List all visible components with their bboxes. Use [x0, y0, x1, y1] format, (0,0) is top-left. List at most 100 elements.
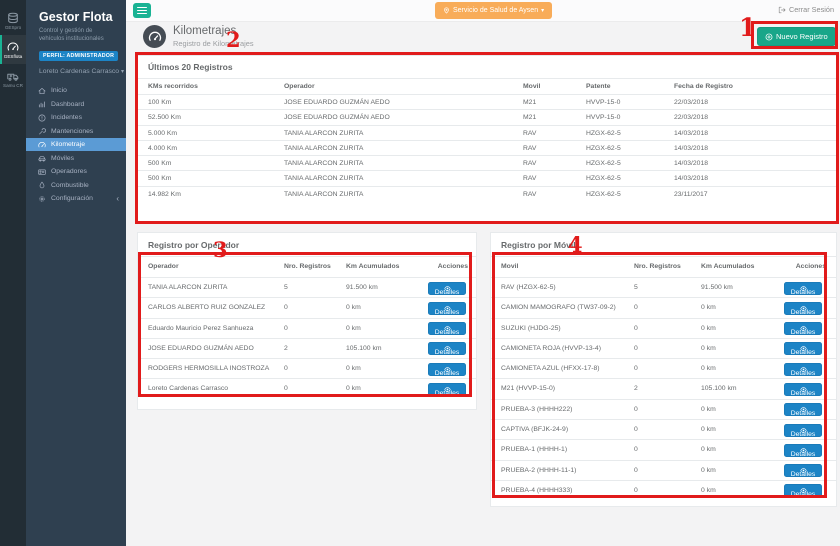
- sidebar-item-incidentes[interactable]: Incidentes: [26, 111, 126, 125]
- sidebar-nav: Inicio Dashboard Incidentes Mantenciones…: [26, 84, 126, 206]
- app-rail: GESpro GESflota Samu CR: [0, 0, 26, 546]
- sidebar-item-label: Dashboard: [51, 101, 84, 108]
- logout-label: Cerrar Sesión: [789, 5, 834, 14]
- organization-button[interactable]: Servicio de Salud de Aysen ▾: [435, 2, 552, 19]
- cell-movil: M21: [523, 110, 536, 125]
- cell-km: 0 km: [701, 481, 716, 501]
- cell-kms: 14.982 Km: [148, 187, 181, 202]
- cell-operador: TANIA ALARCON ZURITA: [284, 156, 363, 171]
- sidebar-item-label: Móviles: [51, 155, 74, 162]
- cell-registros: 0: [634, 440, 638, 460]
- detalles-button[interactable]: Detalles: [784, 363, 822, 376]
- column-header: Fecha de Registro: [674, 79, 733, 94]
- cell-operador: TANIA ALARCON ZURITA: [284, 141, 363, 156]
- table-row: RAV (HZGX-62-5) 5 91.500 km Detalles: [491, 277, 836, 297]
- detalles-button[interactable]: Detalles: [428, 282, 466, 295]
- sign-out-icon: [778, 6, 786, 14]
- sidebar-item-label: Mantenciones: [51, 128, 93, 135]
- table-row: CAPTIVA (BFJK-24-9) 0 0 km Detalles: [491, 419, 836, 439]
- detalles-button[interactable]: Detalles: [428, 383, 466, 396]
- cell-km: 105.100 km: [701, 379, 737, 399]
- detalles-button[interactable]: Detalles: [428, 363, 466, 376]
- cell-movil: RAV: [523, 171, 536, 186]
- detalles-button[interactable]: Detalles: [784, 484, 822, 497]
- column-header: Patente: [586, 79, 611, 94]
- logout-button[interactable]: Cerrar Sesión: [778, 5, 834, 14]
- app-window: GESpro GESflota Samu CR Gestor Flota Con…: [0, 0, 840, 546]
- bar-chart-icon: [38, 100, 46, 108]
- cell-km: 0 km: [346, 379, 361, 399]
- sidebar-item-combustible[interactable]: Combustible: [26, 178, 126, 192]
- sidebar-item-configuracion[interactable]: Configuración ‹: [26, 192, 126, 206]
- cell-movil: SUZUKI (HJDG-25): [501, 319, 561, 339]
- caret-down-icon: ▾: [121, 69, 124, 75]
- cell-movil: CAPTIVA (BFJK-24-9): [501, 420, 568, 440]
- rail-app-gesflota[interactable]: GESflota: [0, 35, 26, 64]
- detalles-button[interactable]: Detalles: [784, 464, 822, 477]
- table-row: 4.000 Km TANIA ALARCON ZURITA RAV HZGX-6…: [138, 140, 836, 155]
- cell-km: 0 km: [346, 319, 361, 339]
- sidebar-item-operadores[interactable]: Operadores: [26, 165, 126, 179]
- caret-down-icon: ▾: [541, 7, 544, 14]
- detalles-button[interactable]: Detalles: [784, 322, 822, 335]
- card-title: Registro por Operador: [138, 233, 476, 257]
- cell-registros: 0: [634, 298, 638, 318]
- fuel-icon: [38, 181, 46, 189]
- table-row: CARLOS ALBERTO RUIZ GONZALEZ 0 0 km Deta…: [138, 297, 476, 317]
- detalles-button[interactable]: Detalles: [428, 322, 466, 335]
- alert-icon: [38, 114, 46, 122]
- cell-fecha: 23/11/2017: [674, 187, 708, 202]
- detalles-label: Detalles: [791, 485, 816, 505]
- cell-registros: 0: [634, 420, 638, 440]
- detalles-button[interactable]: Detalles: [784, 282, 822, 295]
- sidebar: Gestor Flota Control y gestión de vehícu…: [26, 0, 126, 546]
- detalles-button[interactable]: Detalles: [784, 424, 822, 437]
- cell-movil: CAMIONETA AZUL (HFXX-17-8): [501, 359, 600, 379]
- detalles-button[interactable]: Detalles: [784, 342, 822, 355]
- table-row: 100 Km JOSE EDUARDO GUZMÁN AEDO M21 HVVP…: [138, 94, 836, 109]
- rail-app-samucr[interactable]: Samu CR: [0, 64, 26, 93]
- table-row: 500 Km TANIA ALARCON ZURITA RAV HZGX-62-…: [138, 170, 836, 185]
- car-icon: [38, 154, 46, 162]
- table-body: 100 Km JOSE EDUARDO GUZMÁN AEDO M21 HVVP…: [138, 94, 836, 201]
- detalles-button[interactable]: Detalles: [784, 383, 822, 396]
- cell-fecha: 14/03/2018: [674, 171, 708, 186]
- detalles-button[interactable]: Detalles: [428, 342, 466, 355]
- rail-app-label: GESpro: [5, 25, 21, 30]
- cell-movil: M21: [523, 95, 536, 110]
- cell-patente: HZGX-62-5: [586, 171, 621, 186]
- cell-movil: RAV: [523, 126, 536, 141]
- main-content: Servicio de Salud de Aysen ▾ Cerrar Sesi…: [126, 0, 840, 546]
- sidebar-item-mantenciones[interactable]: Mantenciones: [26, 124, 126, 138]
- table-header-row: KMs recorridos Operador Movil Patente Fe…: [138, 79, 836, 94]
- cell-movil: PRUEBA-3 (HHHH222): [501, 400, 572, 420]
- page-subtitle: Registro de Kilometrajes: [173, 39, 254, 48]
- detalles-button[interactable]: Detalles: [428, 302, 466, 315]
- cell-km: 0 km: [346, 298, 361, 318]
- rail-app-label: GESflota: [4, 54, 22, 59]
- rail-app-gespro[interactable]: GESpro: [0, 6, 26, 35]
- detalles-button[interactable]: Detalles: [784, 444, 822, 457]
- detalles-button[interactable]: Detalles: [784, 302, 822, 315]
- cell-registros: 0: [634, 481, 638, 501]
- detalles-button[interactable]: Detalles: [784, 403, 822, 416]
- column-header: KMs recorridos: [148, 79, 198, 94]
- cell-fecha: 22/03/2018: [674, 110, 708, 125]
- new-record-button[interactable]: Nuevo Registro: [757, 27, 836, 46]
- cell-km: 0 km: [701, 440, 716, 460]
- table-row: 5.000 Km TANIA ALARCON ZURITA RAV HZGX-6…: [138, 125, 836, 140]
- speedometer-icon: [7, 41, 19, 53]
- sidebar-item-label: Configuración: [51, 195, 93, 202]
- menu-toggle-button[interactable]: [133, 3, 151, 18]
- cell-operador: RODGERS HERMOSILLA INOSTROZA: [148, 359, 269, 379]
- table-row: TANIA ALARCON ZURITA 5 91.500 km Detalle…: [138, 277, 476, 297]
- column-header: Movil: [523, 79, 540, 94]
- table-row: RODGERS HERMOSILLA INOSTROZA 0 0 km Deta…: [138, 358, 476, 378]
- user-dropdown[interactable]: Loreto Cardenas Carrasco ▾: [39, 68, 114, 75]
- sidebar-item-moviles[interactable]: Móviles: [26, 151, 126, 165]
- sidebar-item-inicio[interactable]: Inicio: [26, 84, 126, 98]
- sidebar-item-dashboard[interactable]: Dashboard: [26, 97, 126, 111]
- page-icon-badge: [143, 25, 166, 48]
- table-row: SUZUKI (HJDG-25) 0 0 km Detalles: [491, 318, 836, 338]
- sidebar-item-kilometraje[interactable]: Kilometraje: [26, 138, 126, 152]
